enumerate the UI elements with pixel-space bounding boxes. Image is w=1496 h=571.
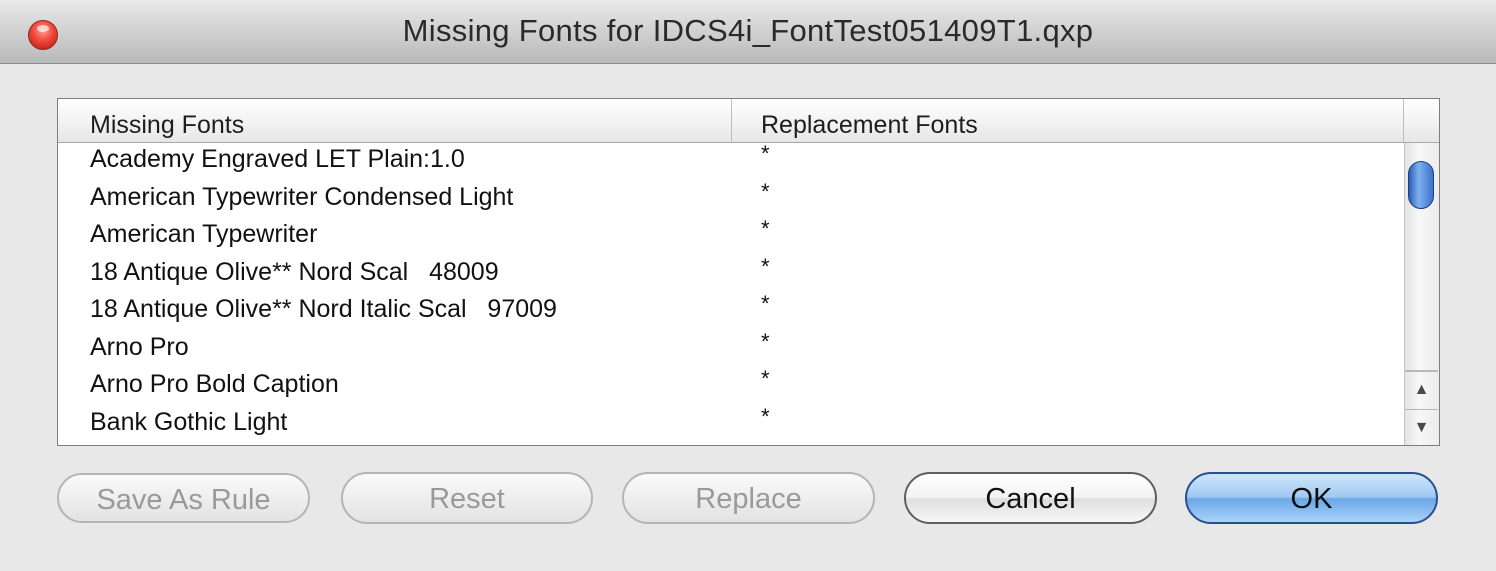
scroll-track-end [1405,354,1438,371]
missing-font-cell: Arno Pro Bold Caption [90,370,339,398]
save-as-rule-button[interactable]: Save As Rule [57,473,310,523]
replacement-font-cell[interactable]: * [761,366,770,392]
replacement-font-cell[interactable]: * [761,291,770,317]
arrow-up-icon[interactable]: ▲ [1405,371,1438,407]
table-row[interactable]: American Typewriter * [58,216,1403,256]
missing-font-cell: American Typewriter [90,220,318,248]
replacement-font-cell[interactable]: * [761,404,770,430]
table-row[interactable]: Arno Pro * [58,329,1403,369]
table-row[interactable]: Academy Engraved LET Plain:1.0 * [58,141,1403,181]
replace-button[interactable]: Replace [622,472,875,524]
replacement-font-cell[interactable]: * [761,254,770,280]
missing-font-cell: 18 Antique Olive** Nord Italic Scal 9700… [90,295,557,323]
arrow-down-icon[interactable]: ▼ [1405,409,1438,445]
table-body: Academy Engraved LET Plain:1.0 * America… [58,141,1403,444]
missing-font-cell: Academy Engraved LET Plain:1.0 [90,145,465,173]
table-row[interactable]: 18 Antique Olive** Nord Scal 48009 * [58,254,1403,294]
missing-font-cell: American Typewriter Condensed Light [90,182,514,211]
replacement-font-cell[interactable]: * [761,329,770,355]
column-header-missing-fonts[interactable]: Missing Fonts [58,99,732,142]
table-row[interactable]: American Typewriter Condensed Light * [58,179,1403,219]
vertical-scrollbar[interactable]: ▲ ▼ [1404,143,1439,445]
replacement-font-cell[interactable]: * [761,216,770,242]
fonts-table: Missing Fonts Replacement Fonts Academy … [57,98,1440,446]
header-corner [1404,99,1439,142]
missing-font-cell: Arno Pro [90,332,189,361]
window-title: Missing Fonts for IDCS4i_FontTest051409T… [402,13,1094,48]
ok-button[interactable]: OK [1185,472,1438,524]
replacement-font-cell[interactable]: * [761,141,770,167]
table-row[interactable]: Arno Pro Bold Caption * [58,366,1403,406]
table-row[interactable]: 18 Antique Olive** Nord Italic Scal 9700… [58,291,1403,331]
missing-font-cell: Bank Gothic Light [90,407,288,436]
table-header: Missing Fonts Replacement Fonts [58,99,1439,143]
title-bar: Missing Fonts for IDCS4i_FontTest051409T… [0,0,1496,64]
replacement-font-cell[interactable]: * [761,179,770,205]
column-header-replacement-fonts[interactable]: Replacement Fonts [732,99,1404,142]
missing-font-cell: 18 Antique Olive** Nord Scal 48009 [90,257,499,286]
scroll-thumb[interactable] [1408,161,1434,209]
cancel-button[interactable]: Cancel [904,472,1157,524]
table-row[interactable]: Bank Gothic Light * [58,404,1403,444]
reset-button[interactable]: Reset [341,472,593,524]
